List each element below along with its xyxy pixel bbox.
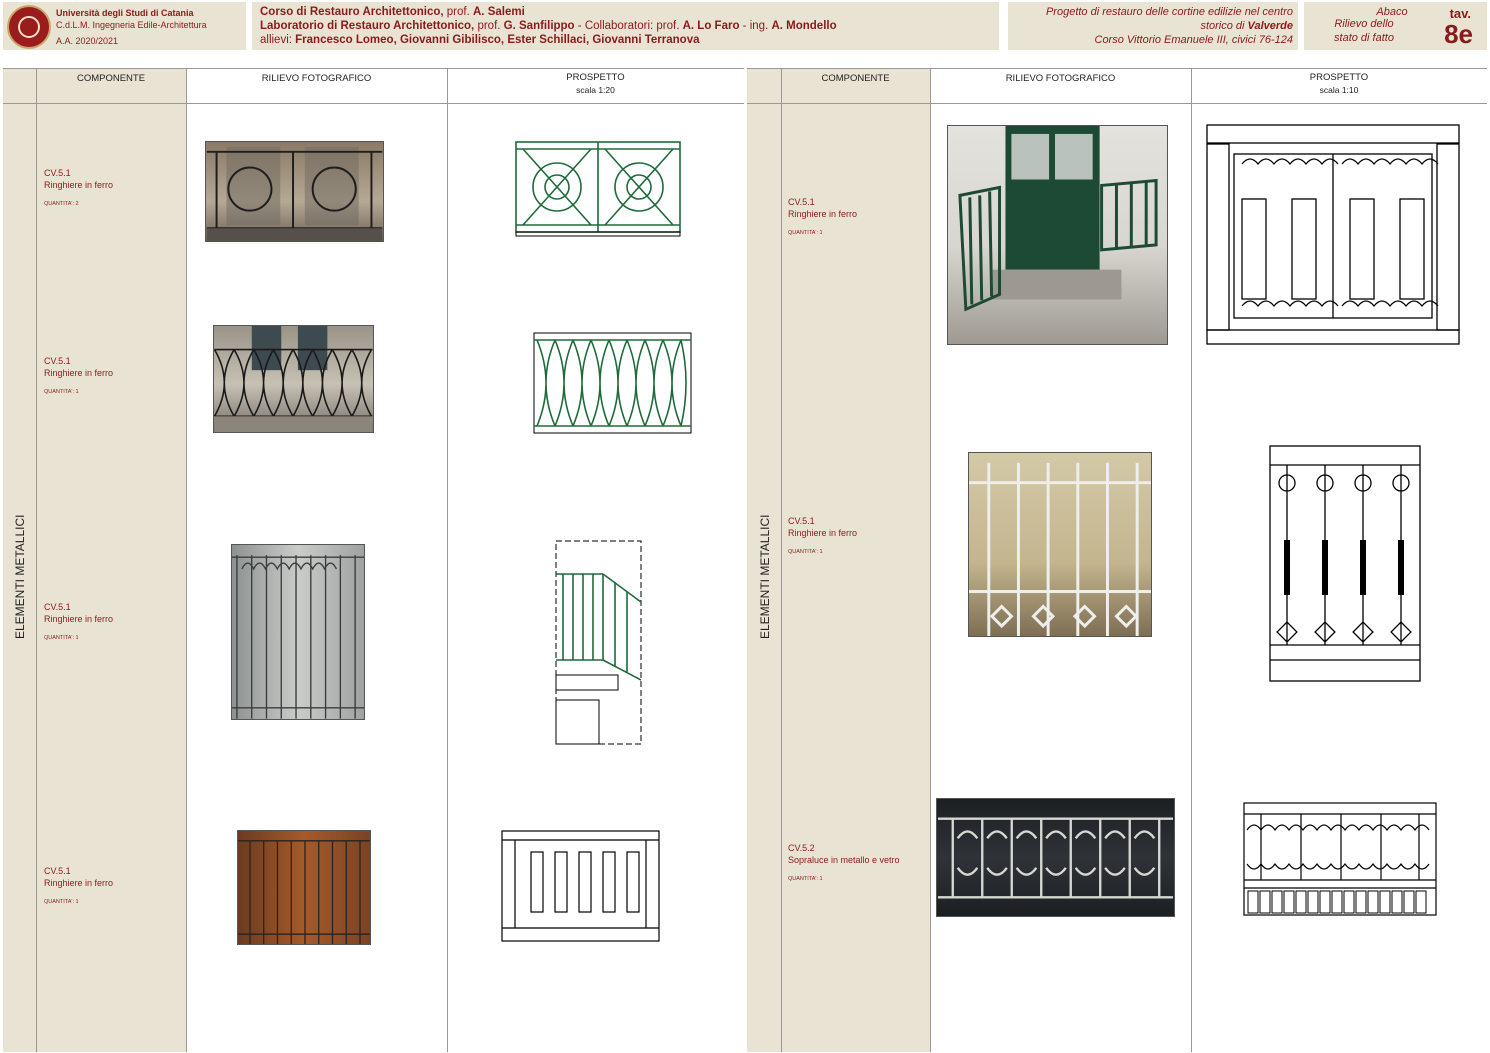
- component-label-5: CV.5.1 Ringhiere in ferro QUANTITA': 1: [788, 197, 858, 236]
- photo-railing-4: [237, 830, 371, 945]
- col-header-elevation-right: PROSPETTO scala 1:10: [1309, 72, 1369, 95]
- project-line-2: storico di Valverde: [1200, 20, 1293, 32]
- col-header-photo: RILIEVO FOTOGRAFICO: [261, 73, 372, 84]
- elevation-railing-4: [501, 830, 660, 942]
- abaco-subtitle-1: Rilievo dello: [1334, 18, 1394, 30]
- elevation-railing-2: [533, 332, 692, 434]
- project-header: Progetto di restauro delle cortine edili…: [1008, 2, 1298, 50]
- university-name: Università degli Studi di Catania: [56, 8, 194, 18]
- category-label: ELEMENTI METALLICI: [13, 514, 27, 639]
- category-label-right: ELEMENTI METALLICI: [758, 514, 772, 639]
- elevation-railing-6: [1269, 445, 1421, 682]
- board-header: Abaco Rilievo dello stato di fatto tav. …: [1304, 2, 1487, 50]
- photo-railing-2: [213, 325, 374, 433]
- component-label-4: CV.5.1 Ringhiere in ferro QUANTITA': 1: [44, 866, 114, 905]
- photo-railing-6: [968, 452, 1152, 637]
- component-label-2: CV.5.1 Ringhiere in ferro QUANTITA': 1: [44, 356, 114, 395]
- elevation-railing-1: [515, 141, 681, 237]
- col-header-component-right: COMPONENTE: [821, 73, 890, 84]
- col-header-photo-right: RILIEVO FOTOGRAFICO: [1005, 73, 1116, 84]
- page: Università degli Studi di Catania C.d.L.…: [0, 0, 1490, 1053]
- component-label-6: CV.5.1 Ringhiere in ferro QUANTITA': 1: [788, 516, 858, 555]
- project-line-1: Progetto di restauro delle cortine edili…: [1045, 6, 1293, 18]
- component-label-1: CV.5.1 Ringhiere in ferro QUANTITA': 2: [44, 168, 114, 207]
- elevation-transom-7: [1243, 802, 1437, 916]
- course-header: Corso di Restauro Architettonico, prof. …: [252, 2, 999, 50]
- academic-year: A.A. 2020/2021: [56, 36, 119, 46]
- photo-railing-3: [231, 544, 365, 720]
- degree-course: C.d.L.M. Ingegneria Edile-Architettura: [56, 20, 207, 30]
- project-address: Corso Vittorio Emanuele III, civici 76-1…: [1094, 34, 1294, 46]
- board-number: 8e: [1444, 19, 1473, 49]
- component-label-3: CV.5.1 Ringhiere in ferro QUANTITA': 1: [44, 602, 114, 641]
- course-line-1: Corso di Restauro Architettonico, prof. …: [260, 6, 525, 18]
- elevation-railing-3: [555, 540, 642, 745]
- col-header-component: COMPONENTE: [76, 73, 146, 84]
- course-line-2: Laboratorio di Restauro Architettonico, …: [260, 20, 837, 32]
- university-header: Università degli Studi di Catania C.d.L.…: [3, 2, 246, 50]
- abaco-subtitle-2: stato di fatto: [1334, 32, 1394, 44]
- university-seal-icon: [7, 5, 51, 49]
- photo-railing-5: [947, 125, 1168, 345]
- component-label-7: CV.5.2 Sopraluce in metallo e vetro QUANTI…: [788, 843, 900, 882]
- abaco-title: Abaco: [1376, 6, 1408, 18]
- students-line: allievi: Francesco Lomeo, Giovanni Gibil…: [260, 34, 700, 46]
- col-header-elevation: PROSPETTO scala 1:20: [566, 72, 625, 95]
- photo-transom-7: [936, 798, 1175, 917]
- photo-railing-1: [205, 141, 384, 242]
- elevation-railing-5: [1206, 124, 1460, 345]
